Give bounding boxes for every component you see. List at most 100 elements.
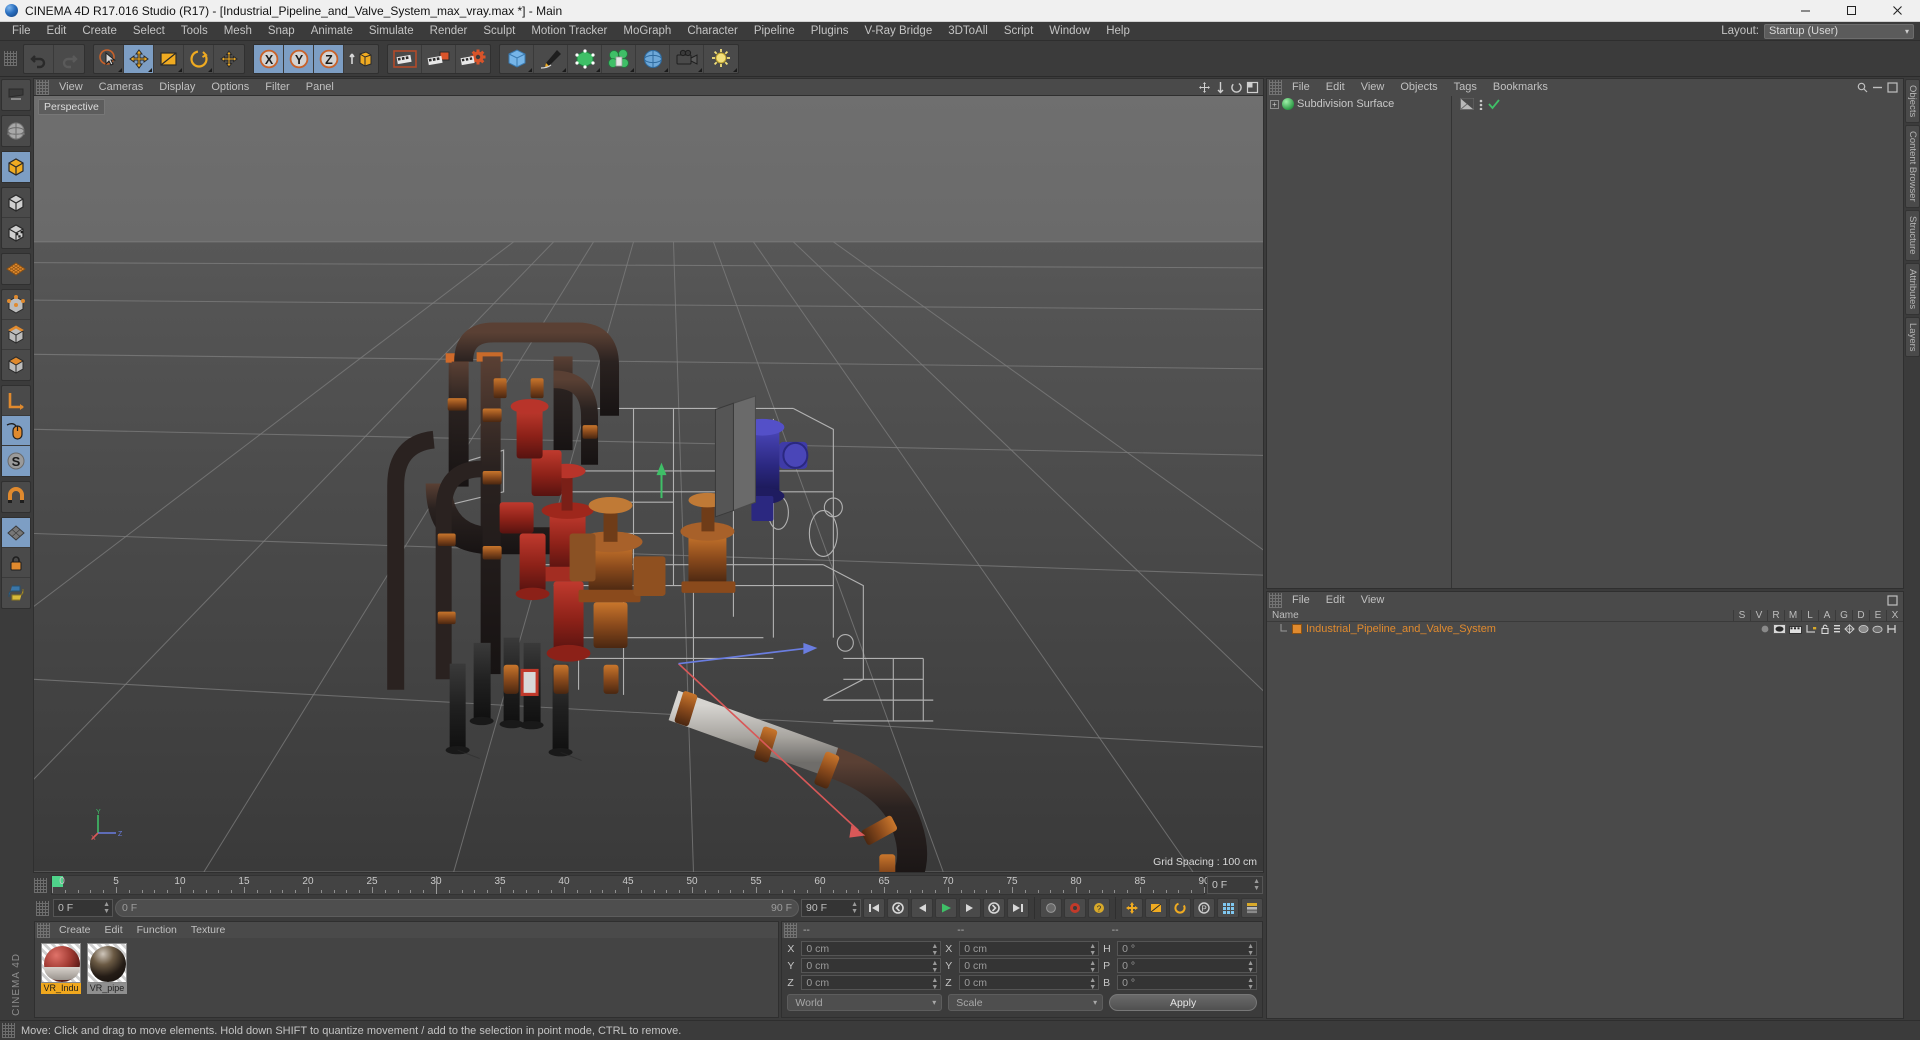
select-tool-button[interactable] <box>94 44 124 73</box>
next-key-button[interactable] <box>983 898 1005 918</box>
coord-input-x-position[interactable]: 0 cm ▲ ▼ <box>801 941 942 957</box>
object-menu-view[interactable]: View <box>1353 79 1393 96</box>
frame-spinner-icon[interactable]: ▲ ▼ <box>103 901 110 915</box>
model-mode-button[interactable] <box>2 188 30 218</box>
spinner-icon[interactable]: ▲ ▼ <box>1247 943 1254 957</box>
tab-layers[interactable]: Layers <box>1905 316 1920 358</box>
move-tool-button[interactable] <box>124 44 154 73</box>
go-to-start-button[interactable] <box>863 898 885 918</box>
close-button[interactable] <box>1874 0 1920 22</box>
coord-input-y-position[interactable]: 0 cm ▲ ▼ <box>801 958 942 974</box>
material-item[interactable]: VR_pipe <box>87 943 127 994</box>
object-menu-objects[interactable]: Objects <box>1392 79 1445 96</box>
polygon-mode-button[interactable] <box>2 350 30 380</box>
maximize-button[interactable] <box>1828 0 1874 22</box>
spinner-icon[interactable]: ▲ ▼ <box>931 943 938 957</box>
lock-x-axis-button[interactable]: X <box>254 44 284 73</box>
timeline-playhead[interactable] <box>436 876 437 894</box>
edge-mode-button[interactable] <box>2 320 30 350</box>
object-tree[interactable]: + Subdivision Surface <box>1267 96 1452 588</box>
viewport-solo-button[interactable]: S <box>2 446 30 476</box>
apply-button[interactable]: Apply <box>1109 994 1258 1011</box>
coord-input-p-rotation[interactable]: 0 ° ▲ ▼ <box>1117 958 1258 974</box>
object-manager-grip[interactable] <box>1269 80 1282 95</box>
workplane-grid-button[interactable] <box>2 254 30 284</box>
table-row[interactable]: Industrial_Pipeline_and_Valve_System <box>1267 622 1903 636</box>
point-mode-button[interactable] <box>2 290 30 320</box>
rotate-view-icon[interactable] <box>1230 81 1243 94</box>
menu-help[interactable]: Help <box>1098 22 1138 41</box>
timeline-grip[interactable] <box>34 877 47 893</box>
transport-grip[interactable] <box>36 900 49 916</box>
material-thumbnail[interactable] <box>41 943 81 983</box>
add-light-button[interactable] <box>704 45 738 73</box>
attribute-grip[interactable] <box>1269 593 1282 608</box>
viewport-menu-cameras[interactable]: Cameras <box>91 79 152 96</box>
workplane-button[interactable] <box>2 518 30 548</box>
coordinate-grip[interactable] <box>784 922 797 938</box>
search-icon[interactable] <box>1857 82 1868 93</box>
material-item[interactable]: VR_Indu <box>41 943 81 994</box>
material-menu-texture[interactable]: Texture <box>184 922 232 938</box>
add-spline-button[interactable] <box>534 44 568 73</box>
menu-file[interactable]: File <box>4 22 39 41</box>
dots-icon[interactable] <box>1477 98 1485 110</box>
undo-view-button[interactable] <box>2 80 30 110</box>
object-tags-area[interactable] <box>1452 96 1903 588</box>
add-deformer-button[interactable] <box>602 44 636 73</box>
coord-input-x-size[interactable]: 0 cm ▲ ▼ <box>959 941 1100 957</box>
zoom-view-icon[interactable] <box>1214 81 1227 94</box>
render-view-button[interactable] <box>388 44 422 73</box>
toolbar-grip[interactable] <box>4 51 17 66</box>
point-level-animation-button[interactable] <box>1217 898 1239 918</box>
menu-animate[interactable]: Animate <box>303 22 361 41</box>
tab-attributes[interactable]: Attributes <box>1905 262 1920 315</box>
minimize-button[interactable] <box>1782 0 1828 22</box>
enable-snapping-button[interactable] <box>2 416 30 446</box>
tab-content-browser[interactable]: Content Browser <box>1905 125 1920 208</box>
protection-tag-icon[interactable] <box>1886 624 1897 634</box>
world-object-axis-button[interactable] <box>344 45 378 73</box>
attribute-menu-edit[interactable]: Edit <box>1318 592 1353 609</box>
industrial-pipeline-model[interactable] <box>34 96 1263 872</box>
menu-3dtoall[interactable]: 3DToAll <box>940 22 996 41</box>
lock-workplane-button[interactable] <box>2 548 30 578</box>
next-frame-button[interactable] <box>959 898 981 918</box>
viewport-menu-options[interactable]: Options <box>203 79 257 96</box>
texture-mode-button[interactable] <box>2 218 30 248</box>
play-button[interactable] <box>935 898 957 918</box>
menu-simulate[interactable]: Simulate <box>361 22 422 41</box>
spinner-icon[interactable]: ▲ ▼ <box>1089 977 1096 991</box>
magnet-tool-button[interactable] <box>2 482 30 512</box>
timeline-current-frame-field[interactable]: 0 F ▲ ▼ <box>1207 876 1263 894</box>
coord-input-b-rotation[interactable]: 0 ° ▲ ▼ <box>1117 975 1258 991</box>
coord-input-z-position[interactable]: 0 cm ▲ ▼ <box>801 975 942 991</box>
material-tag-icon[interactable] <box>1858 624 1869 634</box>
timeline-track[interactable]: 051015202530354045505560657075808590 <box>51 875 1210 895</box>
material-menu-grip[interactable] <box>37 922 50 938</box>
move-gizmo-button[interactable] <box>214 45 244 73</box>
panel-options-icon[interactable] <box>1887 595 1898 606</box>
spinner-icon[interactable]: ▲ ▼ <box>931 960 938 974</box>
render-to-picture-viewer-button[interactable] <box>422 44 456 73</box>
menu-plugins[interactable]: Plugins <box>803 22 857 41</box>
hierarchy-tag-icon[interactable] <box>1805 624 1817 634</box>
menu-sculpt[interactable]: Sculpt <box>475 22 523 41</box>
redo-button[interactable] <box>54 45 84 73</box>
menu-motion-tracker[interactable]: Motion Tracker <box>523 22 615 41</box>
frame-range-slider[interactable]: 0 F 90 F <box>115 899 799 917</box>
material-tag-icon-2[interactable] <box>1872 624 1883 634</box>
spinner-icon[interactable]: ▲ ▼ <box>1089 960 1096 974</box>
object-menu-bookmarks[interactable]: Bookmarks <box>1485 79 1556 96</box>
menu-mograph[interactable]: MoGraph <box>615 22 679 41</box>
go-to-end-button[interactable] <box>1007 898 1029 918</box>
object-list-body[interactable]: Industrial_Pipeline_and_Valve_System <box>1267 622 1903 1018</box>
menu-edit[interactable]: Edit <box>39 22 75 41</box>
object-menu-file[interactable]: File <box>1284 79 1318 96</box>
viewport-menu-display[interactable]: Display <box>151 79 203 96</box>
vray-tag-icon[interactable] <box>1844 624 1855 634</box>
attribute-menu-file[interactable]: File <box>1284 592 1318 609</box>
material-menu-edit[interactable]: Edit <box>98 922 130 938</box>
viewport-menu-panel[interactable]: Panel <box>298 79 342 96</box>
coord-input-z-size[interactable]: 0 cm ▲ ▼ <box>959 975 1100 991</box>
